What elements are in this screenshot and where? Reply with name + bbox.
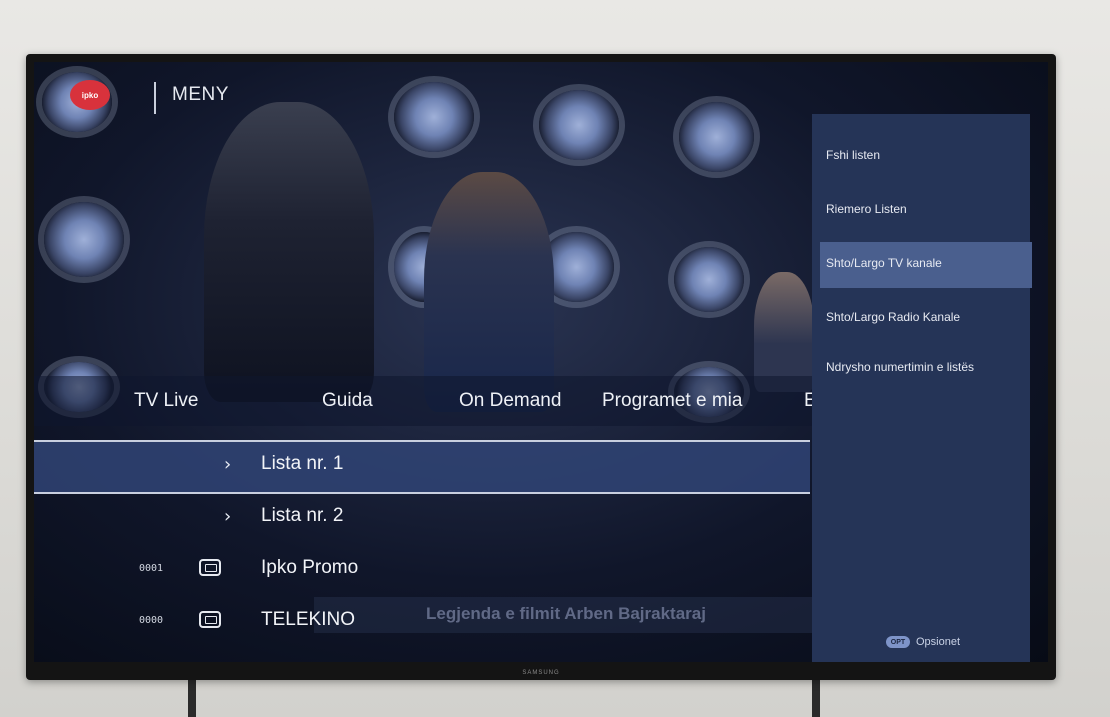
tab-programet-e-mia[interactable]: Programet e mia [602,390,742,412]
tab-tv-live[interactable]: TV Live [134,390,198,412]
opt-button-icon: OPT [885,636,910,648]
list-item-lista-2[interactable]: › Lista nr. 2 [34,494,810,544]
channel-number: 0000 [139,615,164,626]
list-item-label: Lista nr. 1 [261,453,344,474]
tv-icon [199,611,221,628]
channel-number: 0001 [139,563,164,574]
option-shto-largo-tv-kanale[interactable]: Shto/Largo TV kanale [820,242,1032,288]
tab-bar: TV Live Guida On Demand Programet e mia … [34,376,817,426]
option-fshi-listen[interactable]: Fshi listen [820,134,1032,180]
channel-row-telekino[interactable]: 0000 TELEKINO [34,598,810,648]
tab-guida[interactable]: Guida [322,390,373,412]
tv-stand-left [188,676,196,717]
option-label: Riemero Listen [826,202,907,216]
header-divider [154,82,156,114]
option-label: Ndrysho numertimin e listës [826,360,975,374]
channel-row-ipko-promo[interactable]: 0001 Ipko Promo [34,546,810,596]
option-label: Fshi listen [826,148,881,162]
tv-frame: ipko MENY TV Live Guida On Demand Progra… [26,54,1056,680]
options-footer[interactable]: OPT Opsionet [885,636,960,648]
option-label: Shto/Largo Radio Kanale [826,310,961,324]
options-footer-label: Opsionet [915,636,960,648]
channel-name: TELEKINO [261,609,355,630]
list-item-lista-1[interactable]: › Lista nr. 1 [34,442,810,494]
chevron-right-icon: › [224,454,232,475]
tv-icon [199,559,221,576]
list-item-label: Lista nr. 2 [261,505,344,526]
tv-screen: ipko MENY TV Live Guida On Demand Progra… [34,62,1048,662]
option-ndrysho-numertimin[interactable]: Ndrysho numertimin e listës [820,346,1032,392]
tab-on-demand[interactable]: On Demand [459,390,561,412]
menu-title: MENY [172,84,229,105]
chevron-right-icon: › [224,506,232,527]
channel-list: › Lista nr. 1 › Lista nr. 2 0001 Ipko Pr… [34,442,810,662]
tv-brand-label: SAMSUNG [522,670,560,676]
ipko-logo: ipko [70,80,110,110]
options-panel: Fshi listen Riemero Listen Shto/Largo TV… [812,114,1032,662]
tv-stand-right [812,676,820,717]
channel-name: Ipko Promo [261,557,359,578]
menu-header: ipko MENY [34,62,814,124]
option-label: Shto/Largo TV kanale [826,256,942,270]
option-shto-largo-radio-kanale[interactable]: Shto/Largo Radio Kanale [820,296,1032,342]
option-riemero-listen[interactable]: Riemero Listen [820,188,1032,234]
